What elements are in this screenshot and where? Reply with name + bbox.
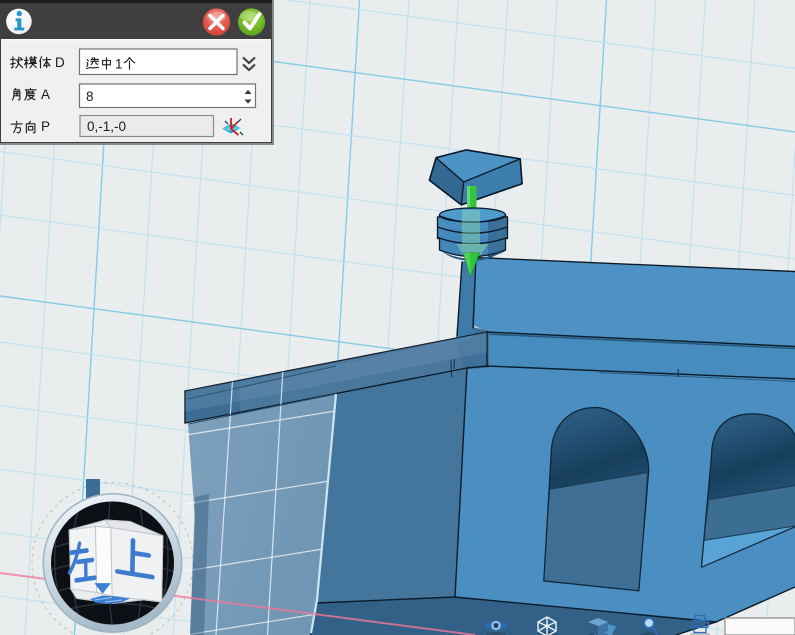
svg-text:A: A bbox=[41, 87, 50, 102]
svg-text:1: 1 bbox=[115, 57, 123, 72]
svg-text:8: 8 bbox=[86, 89, 94, 104]
svg-text:D: D bbox=[55, 55, 65, 70]
svg-text:0,-1,-0: 0,-1,-0 bbox=[87, 119, 126, 134]
svg-text:P: P bbox=[41, 119, 50, 134]
